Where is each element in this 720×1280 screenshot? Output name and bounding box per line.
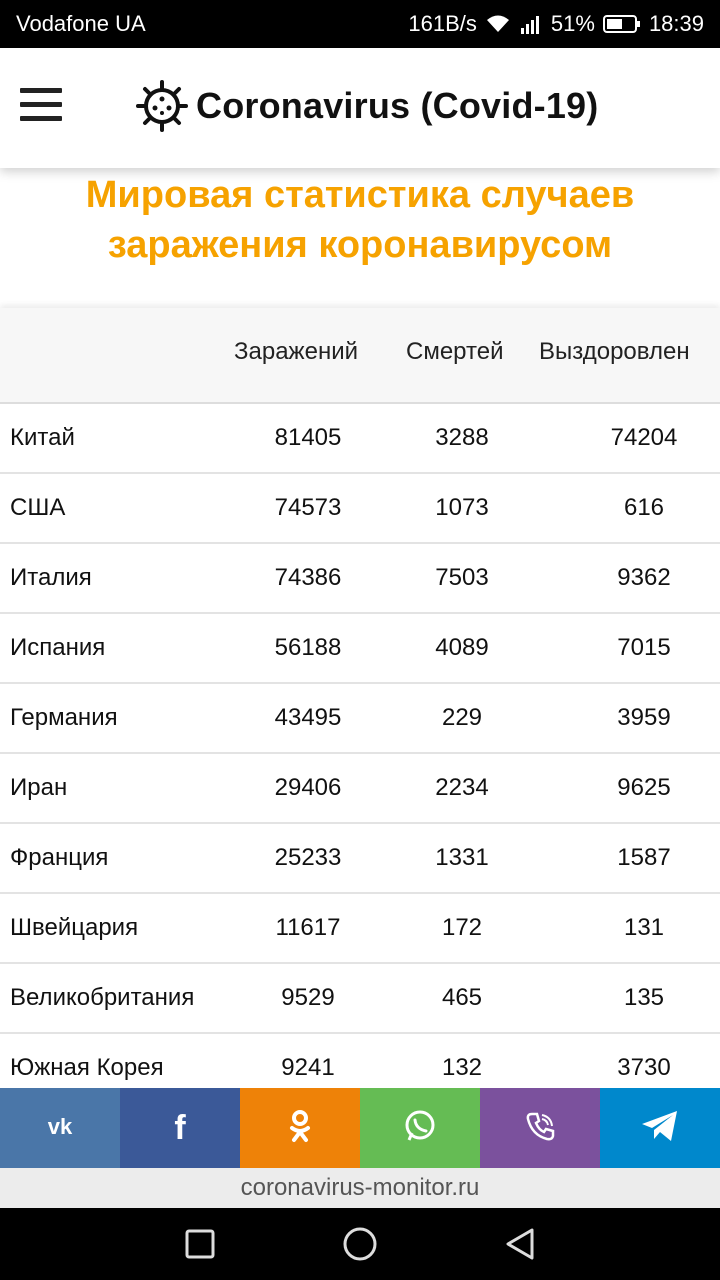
circle-icon: [343, 1227, 377, 1261]
infected-count: 74573: [274, 494, 342, 521]
share-viber-button[interactable]: [480, 1088, 600, 1168]
status-bar: Vodafone UA 161B/s 51% 18:39: [0, 0, 720, 48]
recovered-count: 7015: [617, 634, 671, 661]
table-row[interactable]: Иран 29406 2234 9625: [0, 754, 720, 824]
infected-count: 11617: [275, 914, 341, 941]
infected-count: 43495: [274, 704, 342, 731]
recovered-count: 131: [623, 914, 665, 941]
whatsapp-icon: [403, 1109, 437, 1148]
share-facebook-button[interactable]: f: [120, 1088, 240, 1168]
page-title-line1: Мировая статистика случаев: [85, 174, 635, 216]
country-name: Италия: [10, 564, 92, 591]
infected-count: 25233: [274, 844, 342, 871]
country-name: Испания: [10, 634, 106, 661]
column-header-deaths[interactable]: Смертей: [406, 338, 503, 366]
deaths-count: 1331: [435, 844, 489, 871]
infected-count: 9529: [281, 984, 335, 1011]
share-vk-button[interactable]: vk: [0, 1088, 120, 1168]
deaths-count: 132: [441, 1054, 483, 1081]
infected-count: 29406: [274, 774, 342, 801]
country-name: Франция: [10, 844, 109, 871]
infected-count: 56188: [274, 634, 342, 661]
table-row[interactable]: Германия 43495 229 3959: [0, 684, 720, 754]
country-name: Южная Корея: [10, 1054, 164, 1081]
viber-icon: [523, 1109, 557, 1148]
back-button[interactable]: [500, 1224, 540, 1264]
table-row[interactable]: Великобритания 9529 465 135: [0, 964, 720, 1034]
recovered-count: 9625: [617, 774, 671, 801]
wifi-icon: [486, 15, 509, 32]
menu-button[interactable]: [20, 88, 62, 122]
clock: 18:39: [648, 11, 704, 36]
site-url[interactable]: coronavirus-monitor.ru: [241, 1174, 480, 1201]
page-title: Мировая статистика случаев заражения кор…: [0, 168, 720, 270]
app-title: Coronavirus (Covid-19): [196, 85, 599, 126]
stats-table[interactable]: Заражений Смертей Выздоровлен Китай 81405…: [0, 308, 720, 1088]
app-header: Coronavirus (Covid-19): [0, 48, 720, 168]
deaths-count: 465: [441, 984, 483, 1011]
menu-icon: [20, 88, 62, 93]
country-name: Швейцария: [10, 914, 139, 941]
back-triangle-icon: [506, 1228, 534, 1260]
share-whatsapp-button[interactable]: [360, 1088, 480, 1168]
recovered-count: 135: [623, 984, 665, 1011]
table-row[interactable]: Швейцария 11617 172 131: [0, 894, 720, 964]
page-title-line2: заражения коронавирусом: [107, 224, 613, 266]
infected-count: 81405: [274, 424, 342, 451]
table-row[interactable]: Южная Корея 9241 132 3730: [0, 1034, 720, 1088]
deaths-count: 1073: [435, 494, 489, 521]
svg-text:vk: vk: [48, 1115, 73, 1137]
table-row[interactable]: Италия 74386 7503 9362: [0, 544, 720, 614]
deaths-count: 172: [441, 914, 483, 941]
svg-text:f: f: [174, 1109, 186, 1143]
deaths-count: 7503: [435, 564, 489, 591]
deaths-count: 2234: [435, 774, 489, 801]
virus-icon: [136, 80, 188, 132]
country-name: Иран: [10, 774, 68, 801]
recovered-count: 3959: [617, 704, 671, 731]
site-footer: coronavirus-monitor.ru: [0, 1168, 720, 1208]
country-name: Германия: [10, 704, 118, 731]
table-row[interactable]: США 74573 1073 616: [0, 474, 720, 544]
country-name: Великобритания: [10, 984, 195, 1011]
recovered-count: 1587: [617, 844, 671, 871]
column-header-recovered[interactable]: Выздоровлен: [539, 338, 690, 366]
signal-icon: [520, 16, 539, 34]
deaths-count: 3288: [435, 424, 489, 451]
country-name: США: [10, 494, 66, 521]
recovered-count: 74204: [610, 424, 678, 451]
facebook-icon: f: [169, 1109, 191, 1148]
brand[interactable]: Coronavirus (Covid-19): [136, 80, 598, 132]
table-body: Китай 81405 3288 74204 США 74573 1073 616 Италия…: [0, 404, 720, 1088]
home-button[interactable]: [340, 1224, 380, 1264]
table-header: Заражений Смертей Выздоровлен: [0, 308, 720, 404]
recovered-count: 9362: [617, 564, 671, 591]
telegram-icon: [640, 1109, 680, 1148]
network-speed: 161B/s: [408, 11, 477, 36]
table-row[interactable]: Китай 81405 3288 74204: [0, 404, 720, 474]
recovered-count: 3730: [617, 1054, 671, 1081]
deaths-count: 229: [441, 704, 483, 731]
share-telegram-button[interactable]: [600, 1088, 720, 1168]
square-icon: [185, 1229, 215, 1259]
deaths-count: 4089: [435, 634, 489, 661]
infected-count: 9241: [281, 1054, 335, 1081]
infected-count: 74386: [274, 564, 342, 591]
system-nav-bar: [0, 1208, 720, 1280]
battery-icon: [602, 15, 640, 33]
recovered-count: 616: [623, 494, 665, 521]
carrier-label: Vodafone UA: [16, 11, 146, 36]
share-bar: vk f: [0, 1088, 720, 1168]
column-header-infected[interactable]: Заражений: [234, 338, 358, 366]
status-indicators: 161B/s 51% 18:39: [408, 11, 704, 37]
table-row[interactable]: Франция 25233 1331 1587: [0, 824, 720, 894]
table-row[interactable]: Испания 56188 4089 7015: [0, 614, 720, 684]
share-odnoklassniki-button[interactable]: [240, 1088, 360, 1168]
odnoklassniki-icon: [288, 1109, 312, 1148]
vk-icon: vk: [43, 1114, 77, 1142]
country-name: Китай: [10, 424, 75, 451]
battery-percent: 51%: [550, 11, 595, 36]
recents-button[interactable]: [180, 1224, 220, 1264]
